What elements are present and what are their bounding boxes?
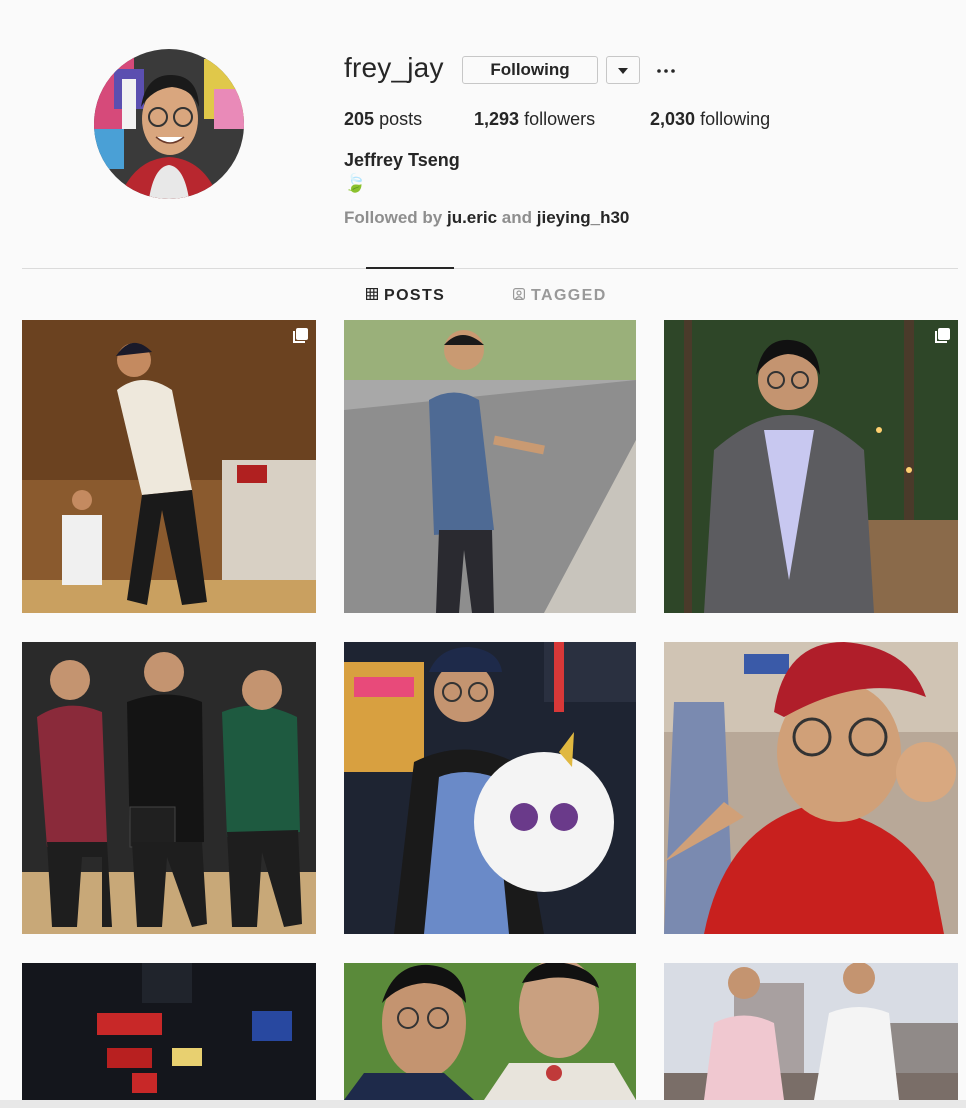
profile-avatar[interactable] [94, 49, 244, 199]
tabs-divider [22, 268, 958, 269]
followed-by-account[interactable]: ju.eric [447, 208, 497, 227]
post-thumbnail[interactable] [344, 320, 636, 613]
post-thumbnail[interactable] [344, 642, 636, 934]
posts-count: 205 posts [344, 109, 422, 130]
post-thumbnail[interactable] [664, 642, 958, 934]
grid-icon [366, 287, 379, 305]
profile-bio-emoji: 🍃 [344, 173, 367, 193]
follow-options-button[interactable] [606, 56, 640, 84]
post-thumbnail[interactable] [664, 320, 958, 613]
post-thumbnail[interactable] [22, 963, 316, 1100]
post-thumbnail[interactable] [22, 642, 316, 934]
following-button[interactable]: Following [462, 56, 598, 84]
profile-username: frey_jay [344, 52, 444, 83]
tab-tagged-label: TAGGED [531, 287, 607, 304]
followed-by-account[interactable]: jieying_h30 [537, 208, 630, 227]
multi-photo-icon [934, 328, 950, 344]
tag-person-icon [513, 287, 526, 305]
following-count-number: 2,030 [650, 109, 696, 129]
tab-posts-label: POSTS [384, 287, 446, 304]
following-link[interactable]: 2,030 following [650, 109, 770, 130]
followed-by-prefix: Followed by [344, 208, 443, 227]
posts-count-label: posts [379, 109, 423, 129]
caret-down-icon [618, 61, 628, 79]
followers-count-number: 1,293 [474, 109, 520, 129]
profile-full-name: Jeffrey Tseng [344, 150, 460, 170]
followers-link[interactable]: 1,293 followers [474, 109, 595, 130]
following-count-label: following [700, 109, 771, 129]
bottom-scroll-bar [0, 1100, 966, 1108]
multi-photo-icon [292, 328, 308, 344]
ellipsis-icon [657, 60, 675, 78]
posts-count-number: 205 [344, 109, 375, 129]
followers-count-label: followers [524, 109, 596, 129]
more-options-button[interactable] [655, 58, 677, 80]
tab-posts[interactable]: POSTS [366, 287, 445, 305]
followed-by: Followed by ju.eric and jieying_h30 [344, 208, 629, 228]
tab-tagged[interactable]: TAGGED [513, 287, 607, 305]
followed-by-joiner: and [501, 208, 533, 227]
post-thumbnail[interactable] [664, 963, 958, 1100]
post-thumbnail[interactable] [22, 320, 316, 613]
active-tab-indicator [366, 267, 454, 269]
post-thumbnail[interactable] [344, 963, 636, 1100]
